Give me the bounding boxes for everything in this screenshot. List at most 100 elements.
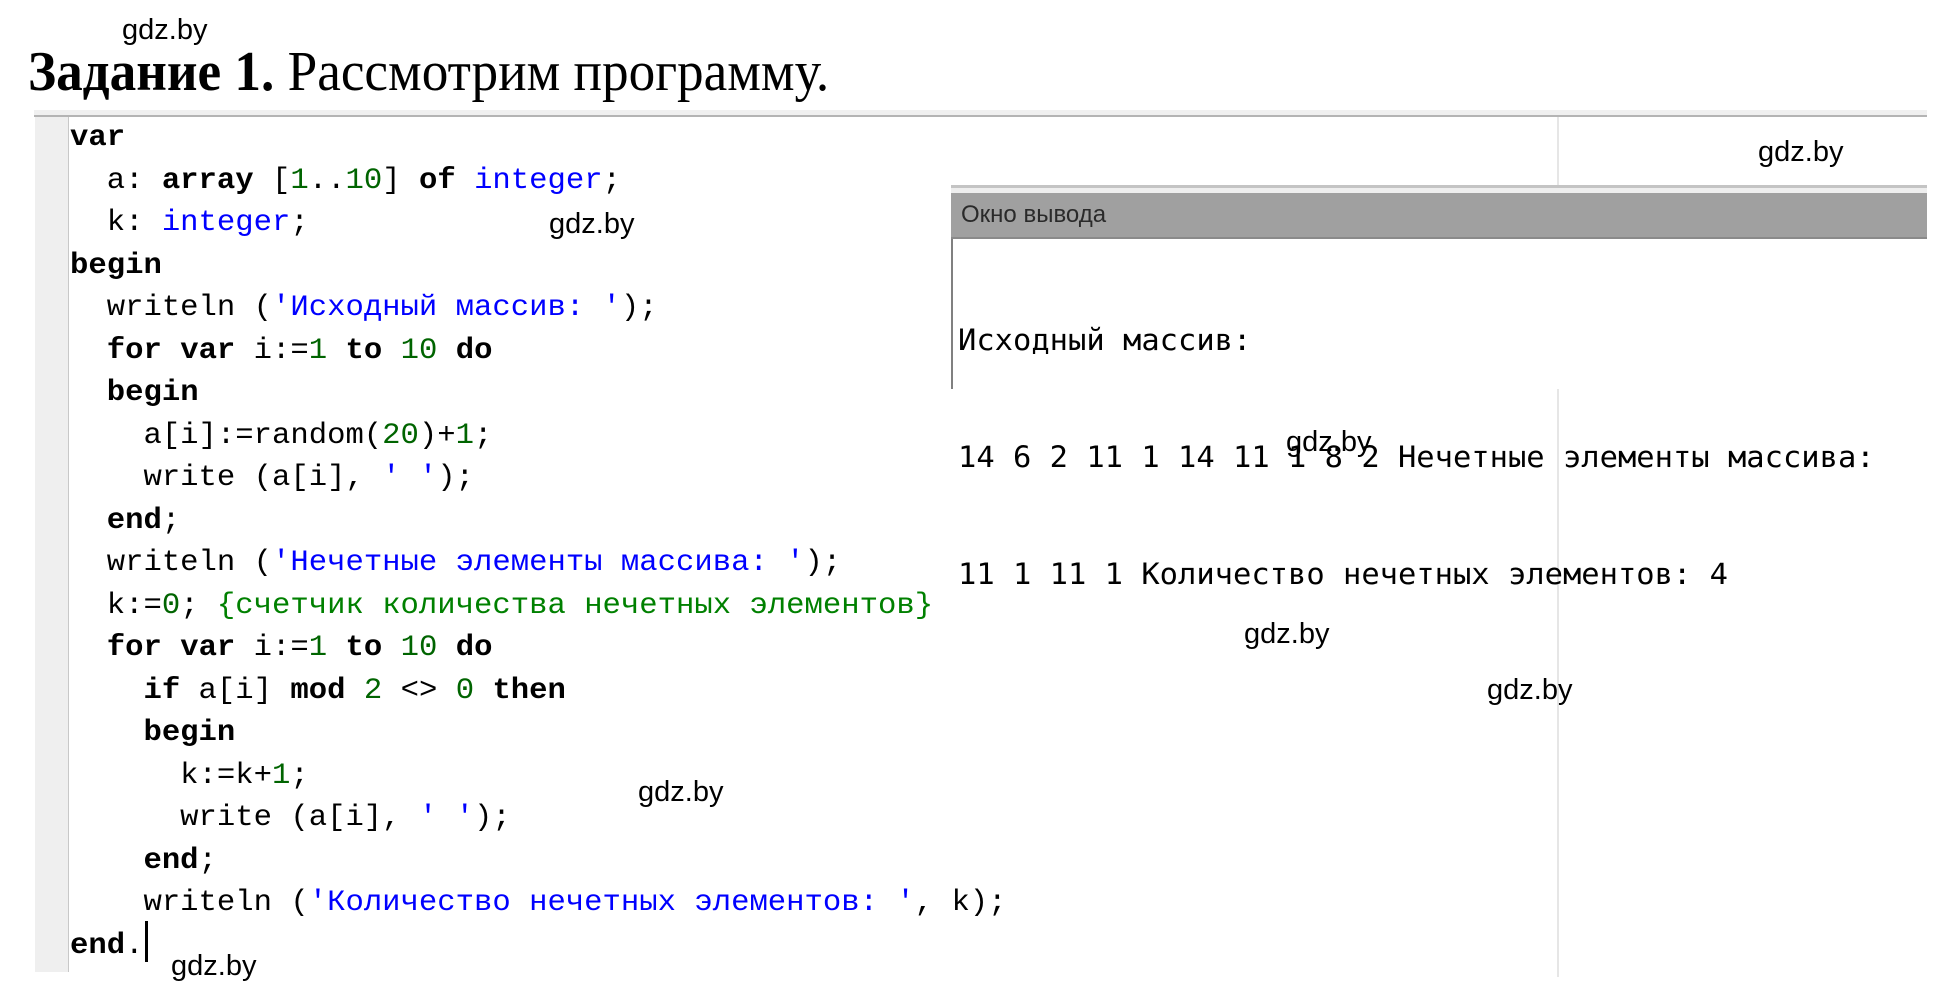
code-text: ;	[161, 503, 181, 538]
code-number: 1	[455, 418, 475, 453]
code-line[interactable]: begin	[70, 712, 1007, 755]
task-title-text: Рассмотрим программу.	[274, 41, 830, 103]
code-text: k:=k+	[70, 758, 273, 793]
code-text: )+	[418, 418, 456, 453]
watermark: gdz.by	[1286, 426, 1372, 458]
code-text: ;	[290, 206, 309, 240]
code-comment: {счетчик количества нечетных элементов}	[216, 588, 934, 623]
code-string: ' '	[382, 461, 438, 495]
output-line: Исходный массив:	[958, 323, 1252, 357]
code-keyword: mod	[290, 673, 346, 708]
code-text: k:=	[70, 588, 162, 623]
code-line[interactable]: k:=0; {счетчик количества нечетных элеме…	[70, 585, 1007, 628]
output-line: 11 1 11 1 Количество нечетных элементов:…	[958, 557, 1728, 591]
code-number: 10	[400, 631, 438, 665]
code-editor[interactable]: var a: array [1..10] of integer; k: inte…	[70, 117, 1007, 967]
code-number: 0	[161, 588, 181, 623]
code-text: i:=	[235, 333, 309, 368]
output-window-title: Окно вывода	[961, 201, 1107, 228]
code-text: ..	[308, 163, 346, 198]
code-number: 1	[290, 163, 309, 198]
code-text: );	[804, 546, 842, 580]
code-text: <>	[382, 673, 456, 708]
code-line[interactable]: if a[i] mod 2 <> 0 then	[70, 670, 1007, 713]
code-number: 1	[272, 758, 291, 793]
code-keyword: do	[455, 333, 493, 368]
code-line[interactable]: for var i:=1 to 10 do	[70, 330, 1007, 373]
code-text: [	[253, 163, 291, 198]
code-keyword: for	[106, 631, 162, 665]
code-text: write (a[i],	[70, 461, 383, 495]
code-keyword: begin	[106, 376, 199, 410]
code-number: 1	[308, 333, 328, 368]
code-line[interactable]: write (a[i], ' ');	[70, 457, 1007, 500]
code-line[interactable]: for var i:=1 to 10 do	[70, 627, 1007, 670]
code-keyword: if	[143, 673, 181, 708]
code-text: );	[437, 461, 475, 495]
output-line: 14 6 2 11 1 14 11 1 8 2 Нечетные элемент…	[958, 440, 1875, 474]
code-text: k:	[70, 206, 162, 240]
code-keyword: var	[180, 333, 236, 368]
watermark: gdz.by	[122, 14, 208, 46]
output-window-body[interactable]: Исходный массив: 14 6 2 11 1 14 11 1 8 2…	[951, 239, 1927, 591]
code-string: 'Количество нечетных элементов: '	[308, 886, 915, 920]
code-type: integer	[474, 163, 603, 198]
code-line[interactable]: end;	[70, 500, 1007, 543]
code-keyword: var	[70, 121, 126, 155]
watermark: gdz.by	[638, 776, 724, 808]
code-text: .	[125, 928, 144, 963]
code-text: a:	[70, 163, 162, 198]
code-line[interactable]: end;	[70, 840, 1007, 883]
code-keyword: end	[106, 503, 162, 538]
code-line[interactable]: begin	[70, 372, 1007, 415]
code-text: writeln (	[70, 886, 309, 920]
code-line[interactable]: writeln ('Нечетные элементы массива: ');	[70, 542, 1007, 585]
code-line[interactable]: var	[70, 117, 1007, 160]
code-text: a[i]:=random(	[70, 418, 383, 453]
code-line[interactable]: a[i]:=random(20)+1;	[70, 415, 1007, 458]
output-text: Исходный массив: 14 6 2 11 1 14 11 1 8 2…	[958, 243, 1875, 672]
code-line[interactable]: write (a[i], ' ');	[70, 797, 1007, 840]
code-keyword: for	[106, 333, 162, 368]
code-line[interactable]: k: integer;	[70, 202, 1007, 245]
code-text: write (a[i],	[70, 801, 419, 835]
code-line[interactable]: k:=k+1;	[70, 755, 1007, 798]
code-text: ;	[180, 588, 217, 623]
code-line[interactable]: writeln ('Количество нечетных элементов:…	[70, 882, 1007, 925]
code-keyword: begin	[143, 716, 236, 750]
code-number: 10	[400, 333, 438, 368]
watermark: gdz.by	[1244, 618, 1330, 650]
code-text: , k);	[914, 886, 1007, 920]
output-window-header[interactable]: Окно вывода	[951, 193, 1927, 239]
code-keyword: array	[161, 163, 254, 198]
code-keyword: begin	[70, 248, 162, 283]
code-text: );	[473, 801, 511, 835]
code-text: ]	[382, 163, 419, 198]
code-number: 0	[455, 673, 475, 708]
code-text: a[i]	[180, 673, 291, 708]
code-line[interactable]: a: array [1..10] of integer;	[70, 160, 1007, 203]
code-line[interactable]: begin	[70, 245, 1007, 288]
code-string: 'Нечетные элементы массива: '	[272, 546, 805, 580]
code-keyword: var	[180, 631, 236, 665]
task-title-number: Задание 1.	[28, 41, 275, 103]
code-keyword: to	[345, 631, 383, 665]
code-string: ' '	[418, 801, 474, 835]
editor-gutter	[35, 117, 69, 972]
code-line[interactable]: writeln ('Исходный массив: ');	[70, 287, 1007, 330]
watermark: gdz.by	[171, 950, 257, 982]
code-text: );	[620, 291, 658, 325]
